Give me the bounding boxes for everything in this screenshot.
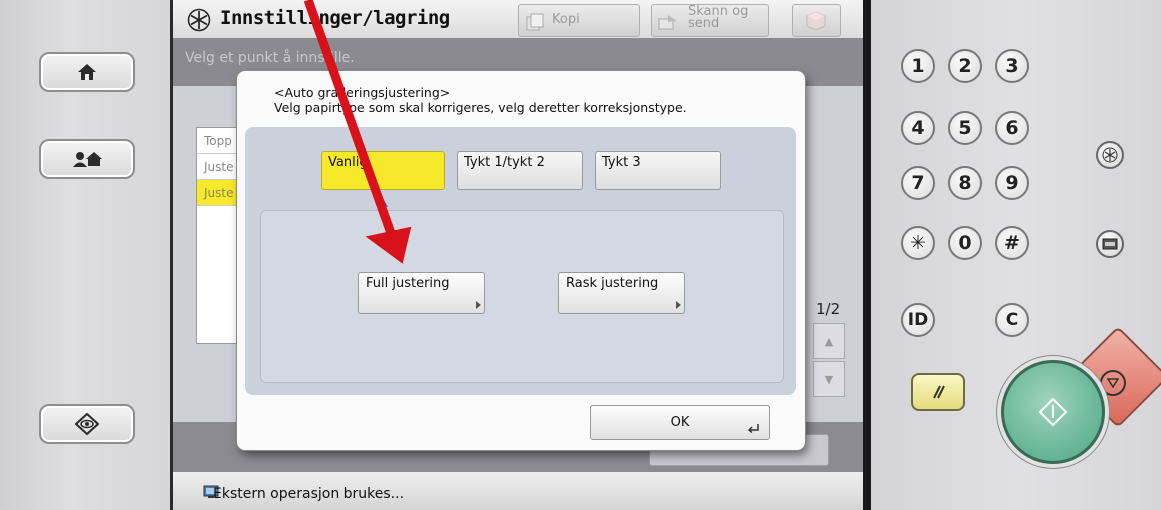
key-7[interactable]: 7 (901, 166, 935, 200)
key-asterisk[interactable]: ✳ (901, 226, 935, 260)
counter-check-key[interactable] (1096, 230, 1124, 258)
reset-key[interactable] (911, 373, 965, 411)
key-9[interactable]: 9 (995, 166, 1029, 200)
settings-star-icon (1102, 147, 1118, 163)
key-1[interactable]: 1 (901, 49, 935, 83)
start-key[interactable] (1001, 360, 1105, 464)
key-2[interactable]: 2 (948, 49, 982, 83)
key-8[interactable]: 8 (948, 166, 982, 200)
start-diamond-icon (1038, 397, 1068, 427)
hardware-keypad: 1 2 3 4 5 6 7 8 9 ✳ 0 # ID C (871, 0, 1161, 510)
key-0[interactable]: 0 (948, 226, 982, 260)
key-6[interactable]: 6 (995, 111, 1029, 145)
id-key[interactable]: ID (901, 303, 935, 337)
reset-slash-icon (933, 385, 945, 399)
key-3[interactable]: 3 (995, 49, 1029, 83)
key-hash[interactable]: # (995, 226, 1029, 260)
settings-key[interactable] (1096, 141, 1124, 169)
counter-icon (1102, 238, 1118, 250)
clear-key[interactable]: C (995, 303, 1029, 337)
key-4[interactable]: 4 (901, 111, 935, 145)
stop-icon (1100, 370, 1126, 396)
key-5[interactable]: 5 (948, 111, 982, 145)
